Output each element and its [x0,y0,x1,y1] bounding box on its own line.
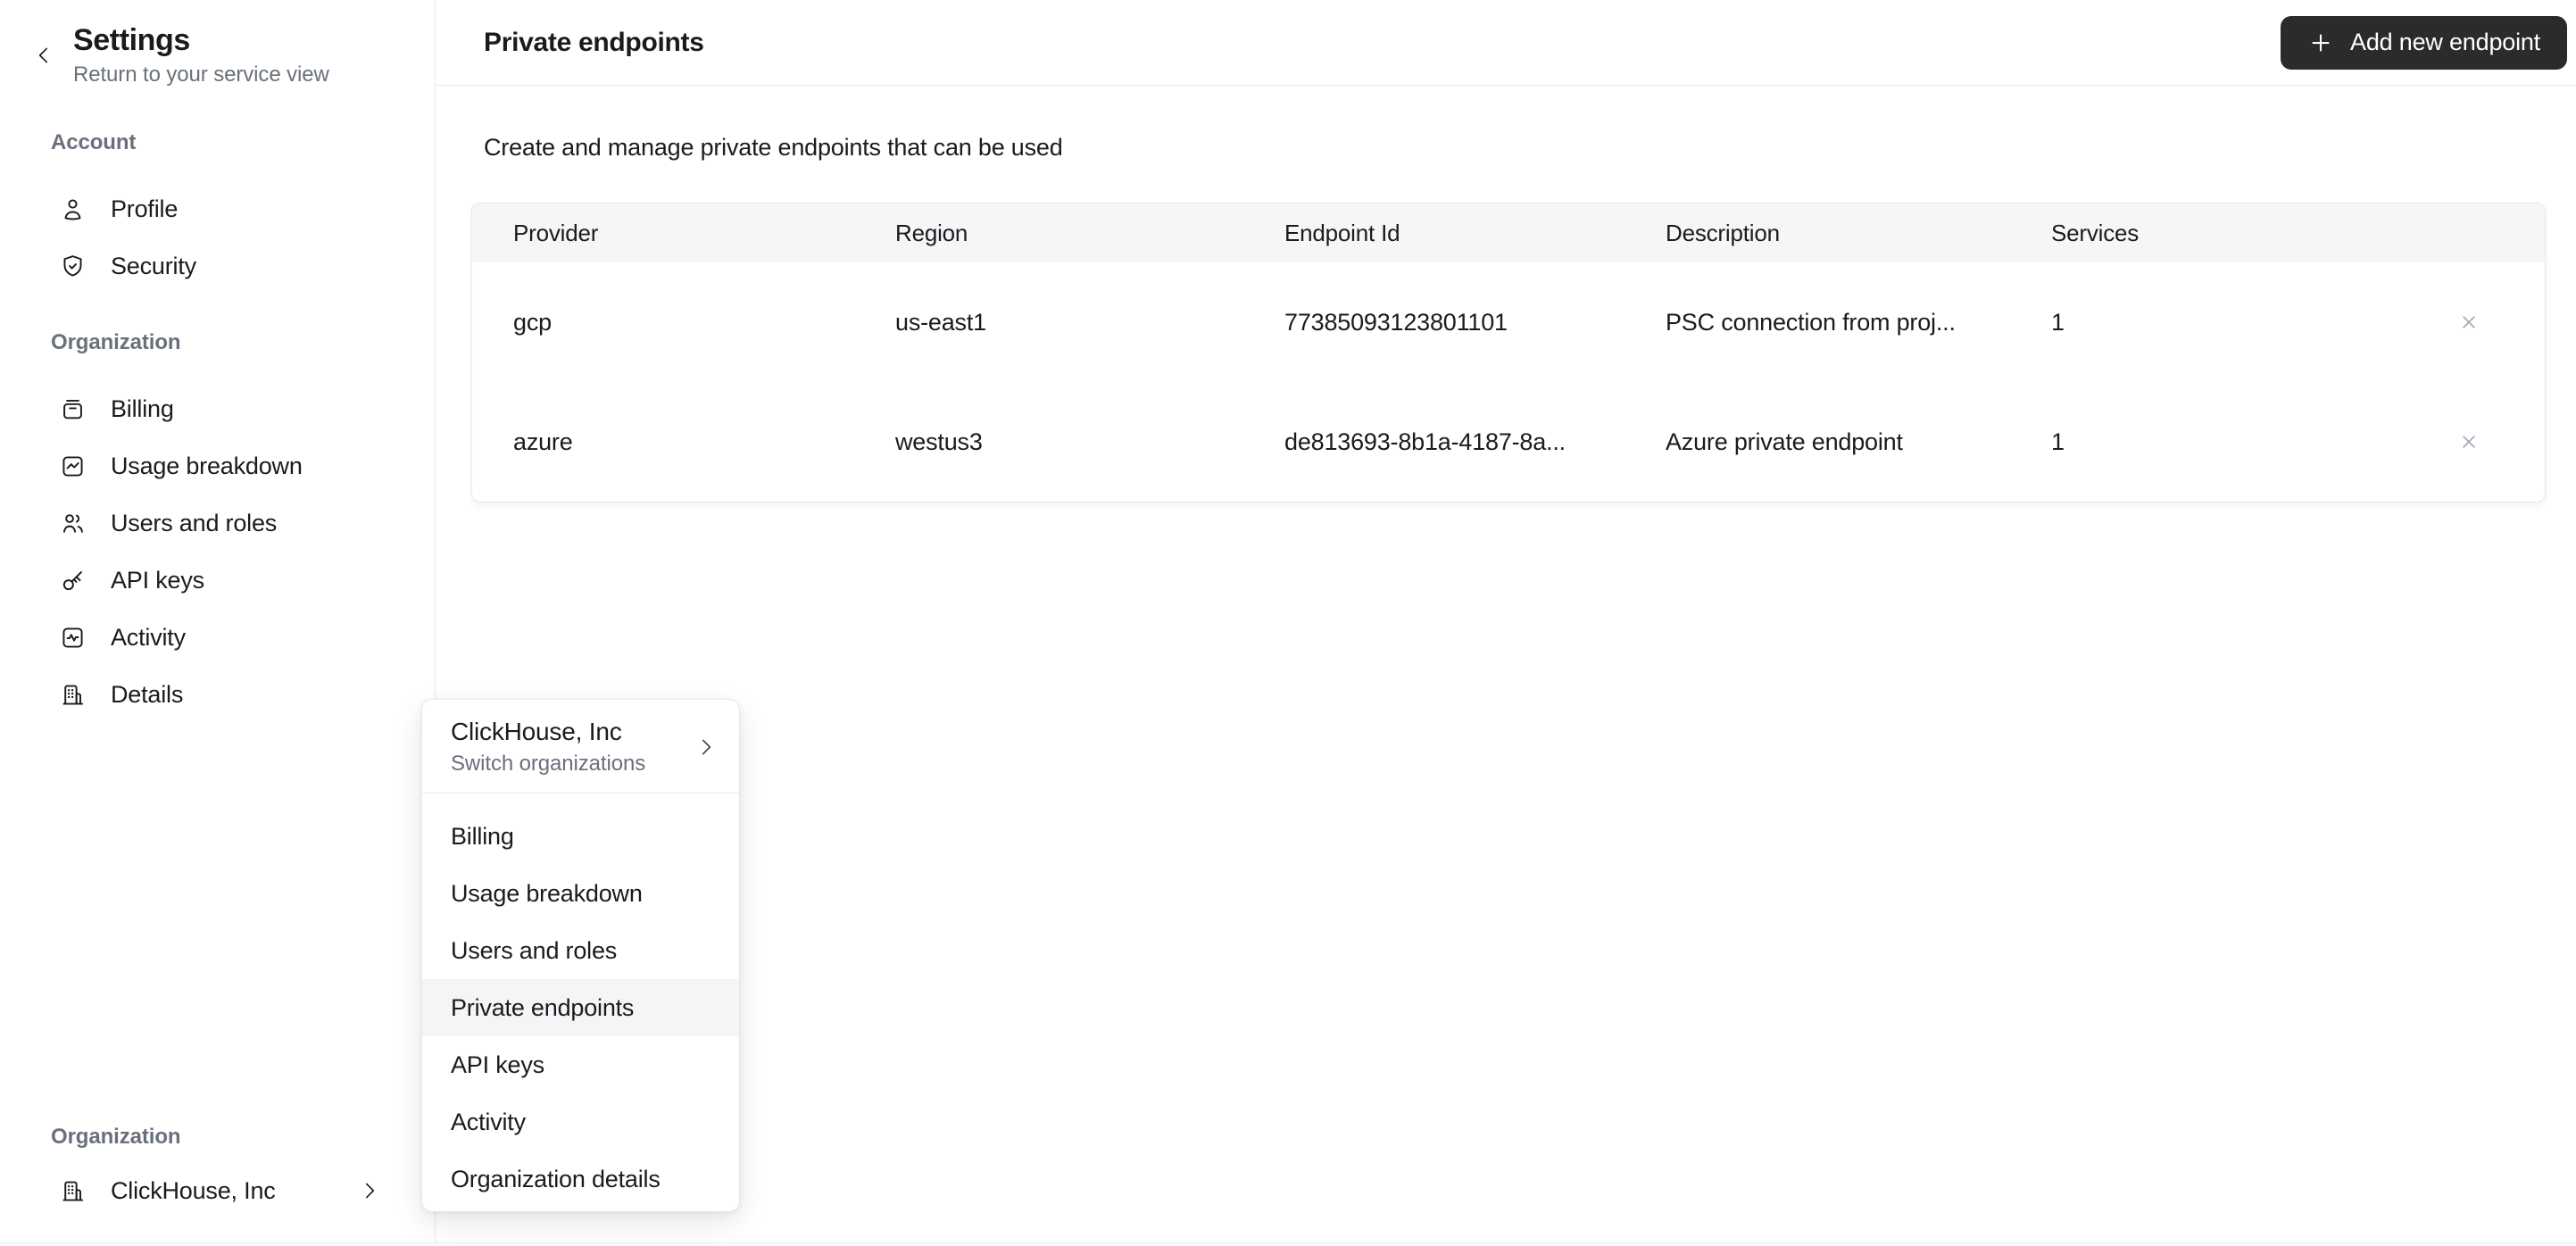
app-window: Settings Return to your service view Acc… [0,0,2576,1243]
main-header: Private endpoints Add new endpoint [436,0,2576,86]
sidebar-item-api-keys[interactable]: API keys [0,552,435,609]
dropdown-org-block: ClickHouse, Inc Switch organizations [451,718,645,777]
table-row: gcp us-east1 77385093123801101 PSC conne… [472,262,2545,382]
endpoints-table: Provider Region Endpoint Id Description … [471,203,2546,503]
dropdown-org-subtitle: Switch organizations [451,752,646,776]
sidebar-item-label: Activity [111,623,186,651]
section-label-account: Account [51,130,137,154]
sidebar-item-label: Usage breakdown [111,452,303,479]
cell-description: Azure private endpoint [1666,428,1903,455]
sidebar-item-label: Security [111,252,196,279]
back-button[interactable] [29,40,59,71]
settings-title: Settings [73,23,190,57]
sidebar-item-details[interactable]: Details [0,666,435,723]
column-header-services: Services [2051,219,2140,246]
add-new-endpoint-button[interactable]: Add new endpoint [2281,15,2567,70]
sidebar-footer: Organization ClickHouse, Inc [0,1125,435,1242]
sidebar-item-users-and-roles[interactable]: Users and roles [0,494,435,552]
account-nav: Profile Security [0,180,435,295]
sidebar-item-label: Details [111,680,184,708]
page-title: Private endpoints [484,27,704,57]
menu-item-api-keys[interactable]: API keys [422,1036,739,1093]
building-icon [62,1181,84,1201]
menu-item-usage-breakdown[interactable]: Usage breakdown [422,865,739,922]
activity-icon [62,627,83,648]
section-label-organization: Organization [51,330,181,354]
chevron-left-icon [38,47,48,63]
switch-organizations-item[interactable]: ClickHouse, Inc Switch organizations [422,700,739,793]
sidebar-item-activity[interactable]: Activity [0,609,435,666]
cell-region: us-east1 [895,308,986,336]
user-icon [64,198,81,220]
column-header-region: Region [895,219,968,246]
sidebar-item-usage-breakdown[interactable]: Usage breakdown [0,437,435,494]
sidebar-item-label: Profile [111,195,179,222]
cell-services: 1 [2051,428,2065,455]
column-header-provider: Provider [513,219,599,246]
organization-dropdown-menu: ClickHouse, Inc Switch organizations Bil… [421,699,740,1212]
menu-item-private-endpoints[interactable]: Private endpoints [422,979,739,1036]
dropdown-org-name: ClickHouse, Inc [451,718,622,745]
main-area: Private endpoints Add new endpoint Creat… [436,0,2576,1242]
key-icon [62,570,82,590]
column-header-description: Description [1666,219,1780,246]
sidebar-item-label: Billing [111,395,174,422]
cell-provider: gcp [513,308,552,336]
cell-region: westus3 [895,428,983,455]
menu-item-activity[interactable]: Activity [422,1093,739,1150]
sidebar-item-billing[interactable]: Billing [0,380,435,437]
billing-icon [63,399,82,419]
sidebar-header: Settings Return to your service view [0,0,435,87]
menu-item-organization-details[interactable]: Organization details [422,1150,739,1208]
cell-provider: azure [513,428,573,455]
menu-item-users-and-roles[interactable]: Users and roles [422,922,739,979]
footer-organization-label: Organization [51,1125,181,1149]
cell-endpoint-id: 77385093123801101 [1284,308,1508,336]
chevron-right-icon [702,739,711,755]
page-description: Create and manage private endpoints that… [484,134,1063,161]
cell-services: 1 [2051,308,2065,336]
dropdown-items: Billing Usage breakdown Users and roles … [422,793,739,1211]
users-icon [62,513,83,533]
table-row: azure westus3 de813693-8b1a-4187-8a... A… [472,382,2545,502]
menu-item-billing[interactable]: Billing [422,808,739,865]
shield-check-icon [63,254,82,277]
settings-sidebar: Settings Return to your service view Acc… [0,0,436,1242]
table-header-row: Provider Region Endpoint Id Description … [472,204,2545,262]
current-organization-name: ClickHouse, Inc [111,1176,276,1204]
close-icon [2463,316,2475,328]
organization-selector[interactable]: ClickHouse, Inc [0,1162,435,1219]
plus-icon [2312,33,2330,52]
close-icon [2463,436,2475,448]
chevron-right-icon [365,1183,375,1199]
sidebar-item-label: Users and roles [111,509,278,536]
add-new-endpoint-label: Add new endpoint [2350,29,2540,55]
usage-chart-icon [62,455,83,477]
main-content: Create and manage private endpoints that… [436,86,2576,503]
cell-endpoint-id: de813693-8b1a-4187-8a... [1284,428,1566,455]
sidebar-item-profile[interactable]: Profile [0,180,435,237]
sidebar-item-security[interactable]: Security [0,237,435,295]
column-header-endpoint-id: Endpoint Id [1284,219,1400,246]
settings-subtitle: Return to your service view [73,62,329,87]
cell-description: PSC connection from proj... [1666,308,1956,336]
building-icon [62,685,84,705]
sidebar-title-block: Settings Return to your service view [73,23,329,87]
sidebar-item-label: API keys [111,566,204,594]
remove-endpoint-button[interactable] [2449,422,2489,461]
organization-nav: Billing Usage breakdown Users and roles … [0,380,435,723]
remove-endpoint-button[interactable] [2449,303,2489,342]
